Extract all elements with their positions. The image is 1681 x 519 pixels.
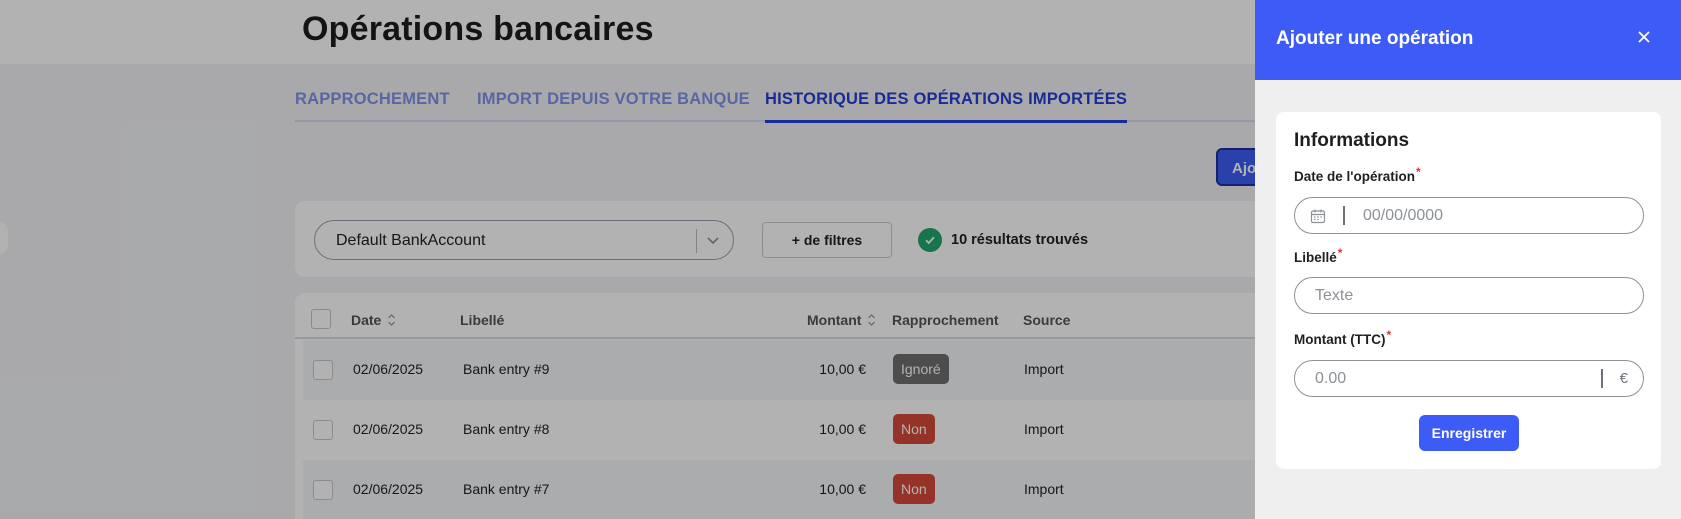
libelle-label: Libellé* <box>1294 246 1342 265</box>
required-mark: * <box>1386 328 1392 342</box>
save-button[interactable]: Enregistrer <box>1419 415 1519 451</box>
date-placeholder: 00/00/0000 <box>1363 207 1444 224</box>
panel-header: Ajouter une opération <box>1255 0 1681 80</box>
calendar-icon[interactable] <box>1310 208 1326 224</box>
amount-placeholder: 0.00 <box>1315 370 1347 387</box>
date-field[interactable]: 00/00/0000 <box>1294 197 1644 234</box>
libelle-input[interactable]: Texte <box>1294 277 1644 314</box>
libelle-label-text: Libellé <box>1294 250 1337 265</box>
field-divider <box>1601 369 1603 388</box>
date-label-text: Date de l'opération <box>1294 169 1415 184</box>
libelle-placeholder: Texte <box>1315 287 1354 304</box>
required-mark: * <box>1337 246 1343 260</box>
panel-title: Ajouter une opération <box>1276 28 1474 49</box>
amount-label: Montant (TTC)* <box>1294 328 1391 347</box>
operation-form: Informations Date de l'opération* 00/00/… <box>1276 112 1661 469</box>
add-operation-panel: Ajouter une opération Informations Date … <box>1255 0 1681 519</box>
date-label: Date de l'opération* <box>1294 165 1421 184</box>
currency-symbol: € <box>1619 370 1628 387</box>
close-icon[interactable] <box>1637 30 1651 44</box>
amount-input[interactable]: 0.00 € <box>1294 360 1644 397</box>
field-divider <box>1343 206 1345 225</box>
amount-label-text: Montant (TTC) <box>1294 332 1386 347</box>
form-section-title: Informations <box>1294 130 1410 151</box>
required-mark: * <box>1415 165 1421 179</box>
